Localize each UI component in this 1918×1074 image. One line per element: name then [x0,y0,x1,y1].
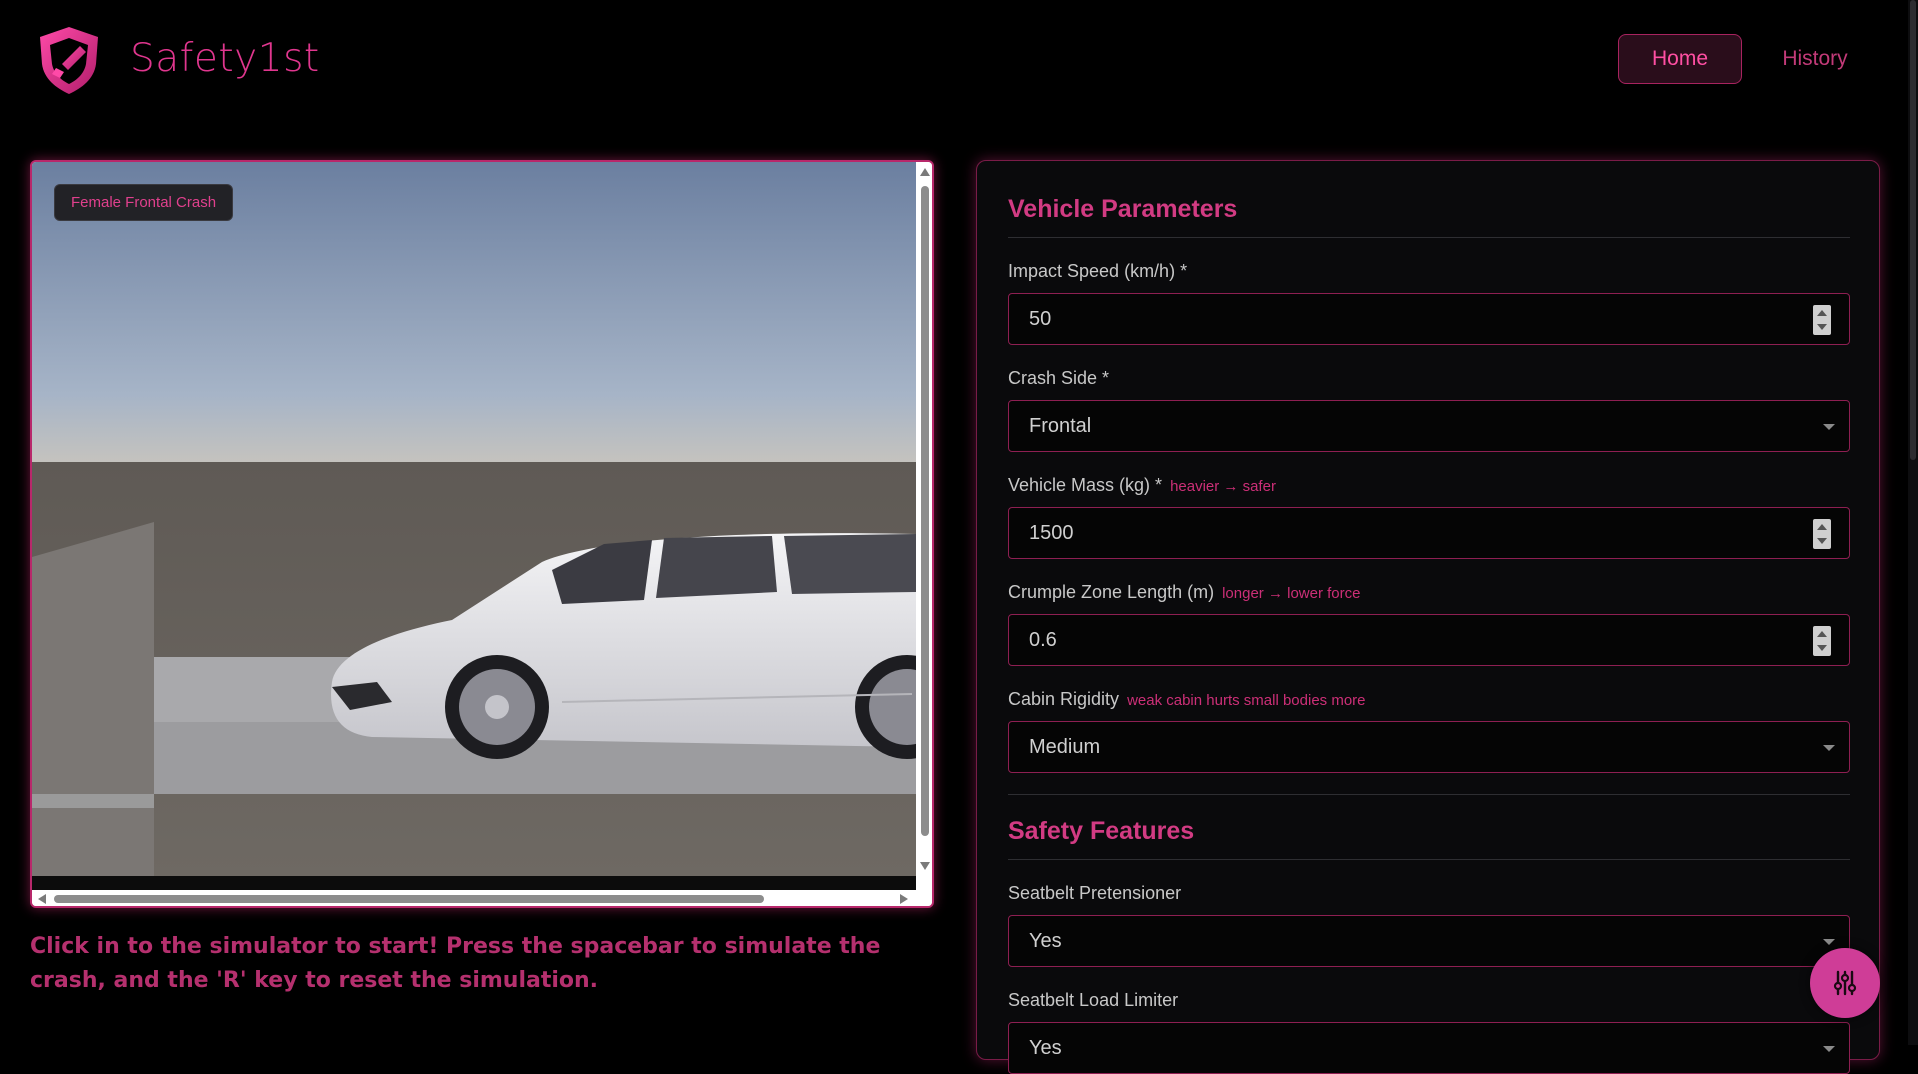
impact-speed-value: 50 [1029,307,1052,330]
simulator-frame[interactable]: Female Frontal Crash [30,160,934,908]
simulator-instructions: Click in to the simulator to start! Pres… [30,934,881,993]
section-divider [1008,237,1850,238]
vehicle-mass-label: Vehicle Mass (kg) * heavier → safer [1008,475,1276,496]
load-limiter-select[interactable]: Yes [1008,1022,1850,1074]
section-divider [1008,794,1850,795]
crumple-zone-input[interactable]: 0.6 [1008,614,1850,666]
safety-section-title: Safety Features [1008,817,1195,845]
crash-side-value: Frontal [1029,414,1092,437]
crash-side-label-text: Crash Side * [1008,368,1110,388]
chevron-down-icon [1823,745,1835,751]
load-limiter-label-text: Seatbelt Load Limiter [1008,990,1179,1010]
viewport-bottom-strip [32,876,916,890]
nav-history-link[interactable]: History [1752,34,1878,84]
simulation-badge: Female Frontal Crash [54,184,234,221]
impact-speed-stepper-icon[interactable] [1813,305,1831,335]
impact-speed-label: Impact Speed (km/h) * [1008,261,1187,282]
cabin-rigidity-hint: weak cabin hurts small bodies more [1127,692,1366,709]
chevron-down-icon [1823,1046,1835,1052]
vehicle-mass-label-text: Vehicle Mass (kg) * [1008,475,1163,495]
cabin-rigidity-label: Cabin Rigidity weak cabin hurts small bod… [1008,689,1366,710]
scroll-down-icon[interactable] [920,862,930,870]
cabin-rigidity-label-text: Cabin Rigidity [1008,689,1120,709]
nav-home-button[interactable]: Home [1618,34,1742,84]
shield-logo-icon [34,24,104,96]
pretensioner-select[interactable]: Yes [1008,915,1850,967]
horizontal-scrollbar[interactable] [32,890,932,906]
cabin-rigidity-value: Medium [1029,735,1101,758]
load-limiter-label: Seatbelt Load Limiter [1008,990,1178,1011]
impact-speed-label-text: Impact Speed (km/h) * [1008,261,1188,281]
crumple-zone-value: 0.6 [1029,628,1057,651]
section-divider [1008,859,1850,860]
sliders-icon [1833,970,1857,996]
chevron-down-icon [1823,424,1835,430]
scroll-left-icon[interactable] [38,894,46,904]
pretensioner-label: Seatbelt Pretensioner [1008,883,1181,904]
vehicle-mass-value: 1500 [1029,521,1074,544]
brand-name[interactable]: Safety1st [130,36,320,81]
vehicle-mass-hint: heavier → safer [1170,478,1276,495]
crash-side-label: Crash Side * [1008,368,1109,389]
settings-fab-button[interactable] [1810,948,1880,1018]
vertical-scrollbar[interactable] [916,162,932,876]
vehicle-mass-stepper-icon[interactable] [1813,519,1831,549]
crumple-zone-stepper-icon[interactable] [1813,626,1831,656]
pretensioner-label-text: Seatbelt Pretensioner [1008,883,1182,903]
vehicle-mass-input[interactable]: 1500 [1008,507,1850,559]
crumple-zone-hint: longer → lower force [1222,585,1361,602]
simulator-viewport[interactable]: Female Frontal Crash [32,162,916,876]
impact-speed-input[interactable]: 50 [1008,293,1850,345]
page-scroll-thumb[interactable] [1910,0,1916,460]
scroll-up-icon[interactable] [920,168,930,176]
page-scrollbar[interactable] [1908,0,1918,1045]
cabin-rigidity-select[interactable]: Medium [1008,721,1850,773]
chevron-down-icon [1823,939,1835,945]
crumple-zone-label-text: Crumple Zone Length (m) [1008,582,1215,602]
crumple-zone-label: Crumple Zone Length (m) longer → lower fo… [1008,582,1361,603]
pretensioner-value: Yes [1029,929,1062,952]
parameters-panel: Vehicle Parameters Impact Speed (km/h) *… [976,160,1880,1074]
load-limiter-value: Yes [1029,1036,1062,1059]
crash-side-select[interactable]: Frontal [1008,400,1850,452]
horizontal-scroll-thumb[interactable] [54,895,764,903]
vehicle-section-title: Vehicle Parameters [1008,195,1238,223]
crash-scene [32,162,916,876]
scroll-right-icon[interactable] [900,894,908,904]
vertical-scroll-thumb[interactable] [921,186,929,836]
